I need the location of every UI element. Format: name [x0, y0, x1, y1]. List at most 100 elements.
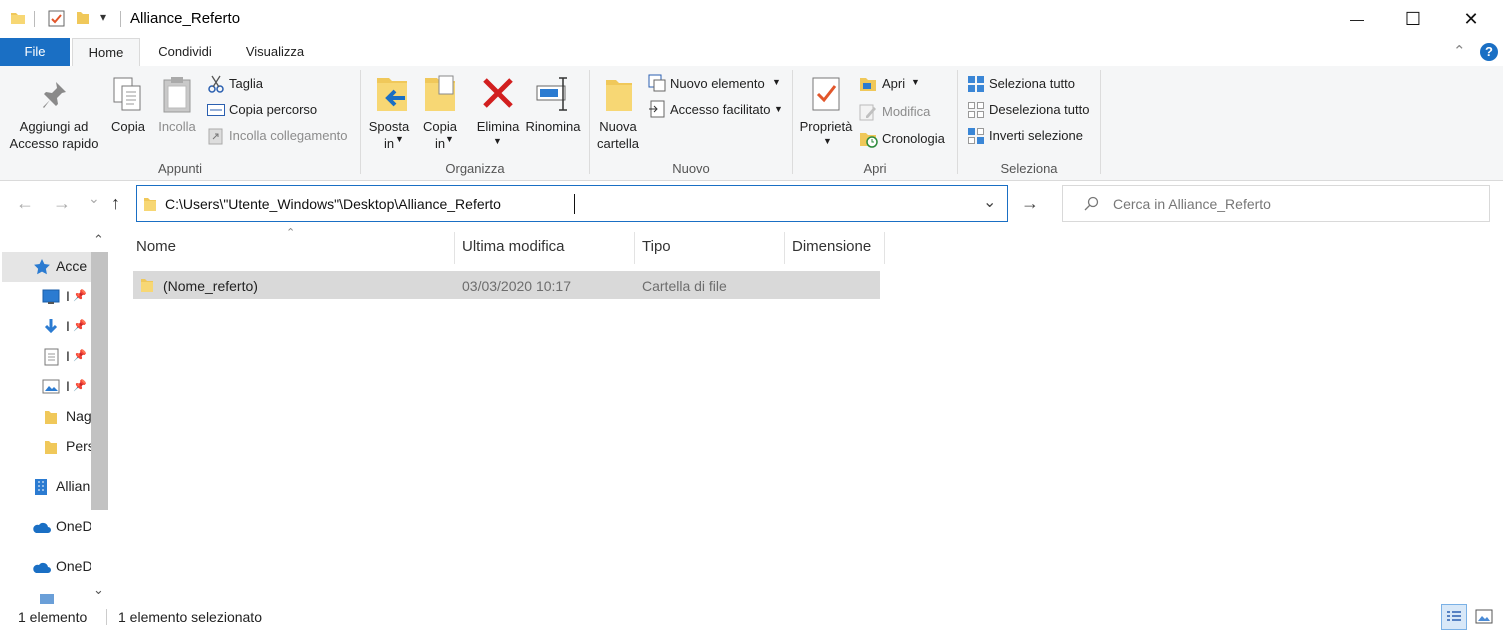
address-dropdown-icon[interactable]: ⌄	[983, 192, 996, 212]
ribbon-tab-bar: File Home Condividi Visualizza ⌃ ?	[0, 38, 1503, 68]
copy-label: Copia	[111, 119, 145, 134]
column-header-size[interactable]: Dimensione	[792, 238, 871, 258]
invert-selection-label: Inverti selezione	[989, 128, 1083, 143]
large-icons-view-button[interactable]	[1471, 604, 1497, 630]
easy-access-dropdown-arrow[interactable]: ▼	[774, 104, 783, 114]
select-none-button[interactable]: Deseleziona tutto	[966, 100, 1098, 120]
properties-label: Proprietà	[799, 119, 853, 134]
sort-ascending-icon: ⌃	[286, 227, 296, 239]
scroll-up-icon[interactable]: ⌃	[93, 232, 104, 248]
column-header-modified[interactable]: Ultima modifica	[462, 238, 565, 258]
status-selected-count: 1 elemento selezionato	[118, 609, 262, 625]
new-folder-button[interactable]: Nuova cartella	[594, 74, 642, 154]
select-none-label: Deseleziona tutto	[989, 102, 1090, 117]
minimize-icon: —	[1350, 11, 1364, 27]
go-button[interactable]: →	[1021, 193, 1039, 214]
tab-home[interactable]: Home	[72, 38, 140, 68]
nav-item-desktop[interactable]: I 📌	[0, 286, 91, 308]
paste-shortcut-button[interactable]: Incolla collegamento	[206, 126, 356, 146]
text-cursor	[574, 194, 575, 214]
scroll-thumb[interactable]	[91, 252, 108, 510]
column-divider[interactable]	[634, 232, 635, 264]
search-placeholder[interactable]: Cerca in Alliance_Referto	[1113, 196, 1271, 212]
select-all-button[interactable]: Seleziona tutto	[966, 74, 1098, 94]
new-folder-label: Nuova cartella	[597, 119, 639, 151]
new-folder-qat-icon[interactable]	[76, 10, 90, 26]
up-button[interactable]: ↑	[111, 193, 120, 214]
copy-icon	[113, 77, 141, 111]
nav-item-quick-access[interactable]: Acce	[0, 256, 91, 278]
nav-label: Nag	[66, 408, 91, 424]
nav-item-documents[interactable]: I 📌	[0, 346, 91, 368]
folder-icon	[141, 279, 153, 292]
nav-item-pictures[interactable]: I 📌	[0, 376, 91, 398]
nav-item-organization[interactable]: Allian	[0, 476, 91, 498]
close-button[interactable]: ✕	[1448, 0, 1494, 38]
move-to-dropdown-icon: ▼	[395, 134, 404, 144]
pictures-icon	[42, 379, 60, 394]
scroll-down-icon[interactable]: ⌄	[93, 582, 104, 598]
copy-to-icon	[425, 75, 455, 111]
easy-access-button[interactable]: Accesso facilitato	[646, 100, 786, 120]
copy-path-button[interactable]: Copia percorso	[206, 100, 356, 120]
star-icon	[34, 259, 50, 275]
column-header-name[interactable]: Nome	[136, 238, 176, 258]
properties-check-icon[interactable]	[48, 10, 65, 27]
history-button[interactable]: Cronologia	[857, 129, 953, 149]
tab-condividi[interactable]: Condividi	[148, 38, 222, 66]
pin-icon: 📌	[73, 380, 87, 392]
file-name[interactable]: (Nome_referto)	[163, 278, 258, 294]
nav-item-onedrive[interactable]: OneD	[0, 556, 91, 578]
rename-button[interactable]: Rinomina	[523, 74, 583, 154]
new-item-button[interactable]: Nuovo elemento ▼	[646, 74, 786, 94]
tab-file[interactable]: File	[0, 38, 70, 66]
edit-button[interactable]: Modifica	[857, 102, 953, 122]
edit-label: Modifica	[882, 104, 931, 119]
back-button[interactable]: ←	[16, 193, 34, 214]
pin-icon: 📌	[73, 290, 87, 302]
tab-visualizza[interactable]: Visualizza	[236, 38, 314, 66]
invert-selection-button[interactable]: Inverti selezione	[966, 126, 1098, 146]
column-header-type[interactable]: Tipo	[642, 238, 671, 258]
recent-locations-button[interactable]: ⌄	[88, 190, 100, 207]
folder-icon	[45, 441, 57, 454]
qat-dropdown-icon[interactable]: ▾	[100, 10, 106, 24]
details-view-button[interactable]	[1441, 604, 1467, 630]
pin-quick-access-button[interactable]: Aggiungi ad Accesso rapido	[4, 76, 104, 156]
column-divider[interactable]	[454, 232, 455, 264]
nav-item-onedrive[interactable]: OneD	[0, 516, 91, 538]
nav-item-folder[interactable]: Nag	[0, 406, 91, 428]
maximize-button[interactable]: ☐	[1390, 0, 1436, 38]
search-box[interactable]: Cerca in Alliance_Referto	[1062, 185, 1490, 222]
window-title: Alliance_Referto	[130, 10, 241, 27]
paste-button[interactable]: Incolla	[154, 76, 200, 146]
nav-scrollbar[interactable]: ⌃ ⌄	[91, 232, 108, 604]
new-item-label: Nuovo elemento	[670, 76, 765, 91]
history-icon	[860, 133, 878, 148]
delete-button[interactable]: Elimina ▼	[469, 74, 527, 154]
forward-button[interactable]: →	[53, 193, 71, 214]
open-button[interactable]: Apri ▼	[857, 74, 953, 94]
maximize-icon: ☐	[1404, 8, 1422, 29]
help-icon[interactable]: ?	[1480, 43, 1498, 61]
address-path[interactable]: C:\Users\"Utente_Windows"\Desktop\Allian…	[165, 196, 501, 212]
new-folder-icon	[606, 80, 632, 111]
nav-item-downloads[interactable]: I 📌	[0, 316, 91, 338]
paste-icon	[163, 77, 191, 113]
copy-button[interactable]: Copia	[106, 76, 150, 146]
cut-label: Taglia	[229, 76, 263, 91]
status-item-count: 1 elemento	[18, 609, 88, 625]
column-divider[interactable]	[884, 232, 885, 264]
properties-button[interactable]: Proprietà ▼	[795, 74, 857, 154]
folder-icon	[144, 198, 156, 211]
nav-item-folder[interactable]: Pers	[0, 436, 91, 458]
address-bar[interactable]: C:\Users\"Utente_Windows"\Desktop\Allian…	[136, 185, 1008, 222]
ribbon-collapse-icon[interactable]: ⌃	[1453, 42, 1466, 60]
copy-to-button[interactable]: Copia in ▼	[417, 74, 463, 154]
move-to-button[interactable]: Sposta in ▼	[365, 74, 413, 154]
minimize-button[interactable]: —	[1334, 0, 1380, 38]
cut-button[interactable]: Taglia	[206, 74, 356, 94]
column-divider[interactable]	[784, 232, 785, 264]
easy-access-icon	[649, 100, 665, 118]
move-to-label: Sposta in	[368, 119, 410, 151]
